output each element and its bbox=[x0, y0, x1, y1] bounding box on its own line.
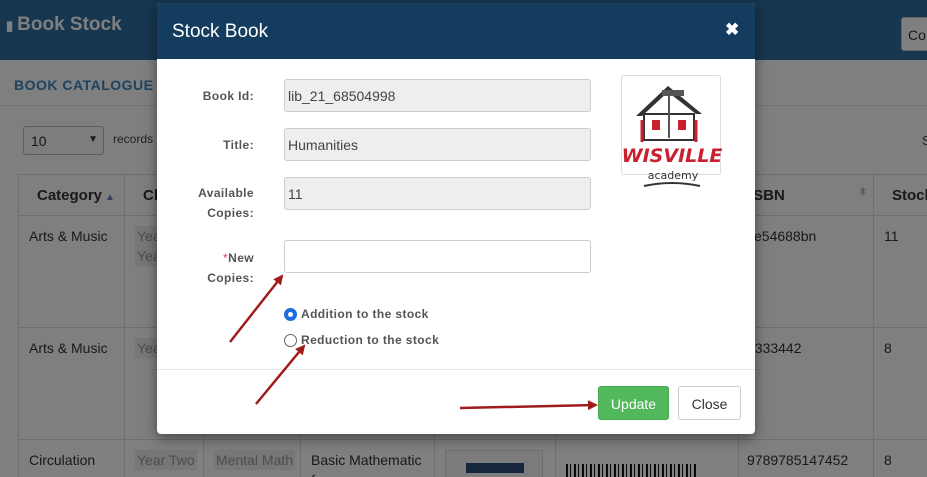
close-icon[interactable]: ✖ bbox=[725, 20, 739, 40]
addition-radio-label[interactable]: Addition to the stock bbox=[301, 307, 429, 321]
svg-text:academy: academy bbox=[648, 169, 699, 182]
modal-title: Stock Book bbox=[172, 21, 269, 42]
new-copies-label: *New Copies: bbox=[207, 251, 254, 285]
modal-body: Book Id: lib_21_68504998 Title: Humaniti… bbox=[157, 59, 755, 369]
available-copies-label: Available Copies: bbox=[198, 186, 254, 220]
school-logo: WISVILLE academy bbox=[621, 75, 722, 187]
book-id-label: Book Id: bbox=[202, 89, 254, 103]
close-button[interactable]: Close bbox=[678, 386, 741, 420]
update-button[interactable]: Update bbox=[598, 386, 669, 420]
available-copies-field: 11 bbox=[284, 177, 591, 210]
house-logo-icon: WISVILLE academy bbox=[622, 86, 722, 187]
modal-footer: Update Close bbox=[157, 369, 755, 434]
svg-text:WISVILLE: WISVILLE bbox=[622, 145, 722, 167]
addition-radio[interactable] bbox=[284, 307, 297, 321]
stock-book-modal: Stock Book ✖ Book Id: lib_21_68504998 Ti… bbox=[157, 3, 755, 434]
reduction-radio-label[interactable]: Reduction to the stock bbox=[301, 333, 439, 347]
book-id-field: lib_21_68504998 bbox=[284, 79, 591, 112]
title-label: Title: bbox=[223, 138, 254, 152]
modal-header: Stock Book ✖ bbox=[157, 3, 755, 59]
title-field: Humanities bbox=[284, 128, 591, 161]
addition-radio-row[interactable]: Addition to the stock bbox=[284, 306, 429, 322]
reduction-radio[interactable] bbox=[284, 333, 297, 347]
new-copies-input[interactable] bbox=[284, 240, 591, 273]
reduction-radio-row[interactable]: Reduction to the stock bbox=[284, 332, 439, 348]
